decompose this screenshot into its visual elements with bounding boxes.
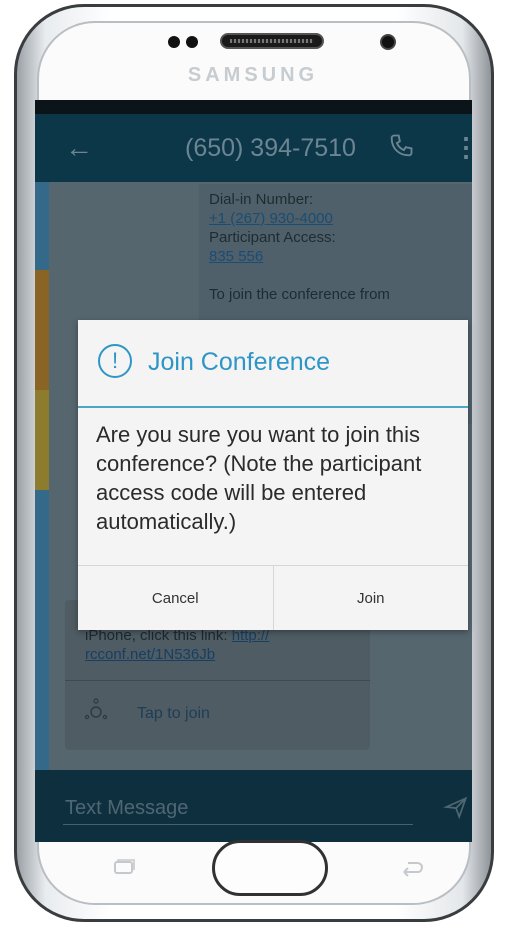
dialog-header: ! Join Conference — [78, 320, 468, 408]
more-options-icon[interactable]: ⋮ — [453, 132, 472, 163]
message-text: Dial-in Number: +1 (267) 930-4000 Partic… — [209, 190, 390, 304]
conference-link-part2[interactable]: rcconf.net/1N536Jb — [85, 646, 215, 663]
conversation-title: (650) 394-7510 — [185, 134, 356, 162]
back-key-icon[interactable] — [400, 860, 426, 878]
app-bar: ← (650) 394-7510 ⋮ — [35, 114, 472, 182]
earpiece-speaker — [220, 33, 324, 49]
sensor-dot — [186, 36, 198, 48]
dial-in-label: Dial-in Number: — [209, 191, 314, 208]
front-camera — [380, 34, 396, 50]
phone-call-icon[interactable] — [387, 130, 415, 162]
side-accent-orange — [35, 270, 49, 390]
send-icon[interactable] — [443, 794, 469, 820]
join-conference-dialog: ! Join Conference Are you sure you want … — [78, 320, 468, 630]
sensor-dot — [168, 36, 180, 48]
info-icon: ! — [98, 344, 132, 378]
tap-icon[interactable] — [83, 696, 109, 722]
status-bar — [35, 100, 472, 114]
tap-to-join-label[interactable]: Tap to join — [137, 705, 210, 723]
access-code-link[interactable]: 835 556 — [209, 247, 390, 266]
lower-message-text: iPhone, click this link: http:// rcconf.… — [85, 626, 269, 664]
brand-logo: SAMSUNG — [187, 64, 319, 86]
access-label: Participant Access: — [209, 229, 336, 246]
back-arrow-icon[interactable]: ← — [65, 132, 93, 164]
divider — [65, 680, 370, 681]
dial-in-number-link[interactable]: +1 (267) 930-4000 — [209, 209, 390, 228]
dialog-title: Join Conference — [148, 348, 331, 376]
dialog-message: Are you sure you want to join this confe… — [96, 422, 422, 534]
join-button[interactable]: Join — [272, 566, 468, 630]
dialog-actions: Cancel Join — [78, 565, 468, 630]
cancel-button[interactable]: Cancel — [78, 566, 273, 630]
recent-apps-icon[interactable] — [112, 858, 136, 876]
home-button[interactable] — [212, 840, 328, 896]
side-accent-yellow — [35, 390, 49, 490]
message-composer — [35, 770, 472, 842]
join-instructions: To join the conference from — [209, 286, 390, 303]
text-message-input[interactable] — [63, 792, 413, 825]
